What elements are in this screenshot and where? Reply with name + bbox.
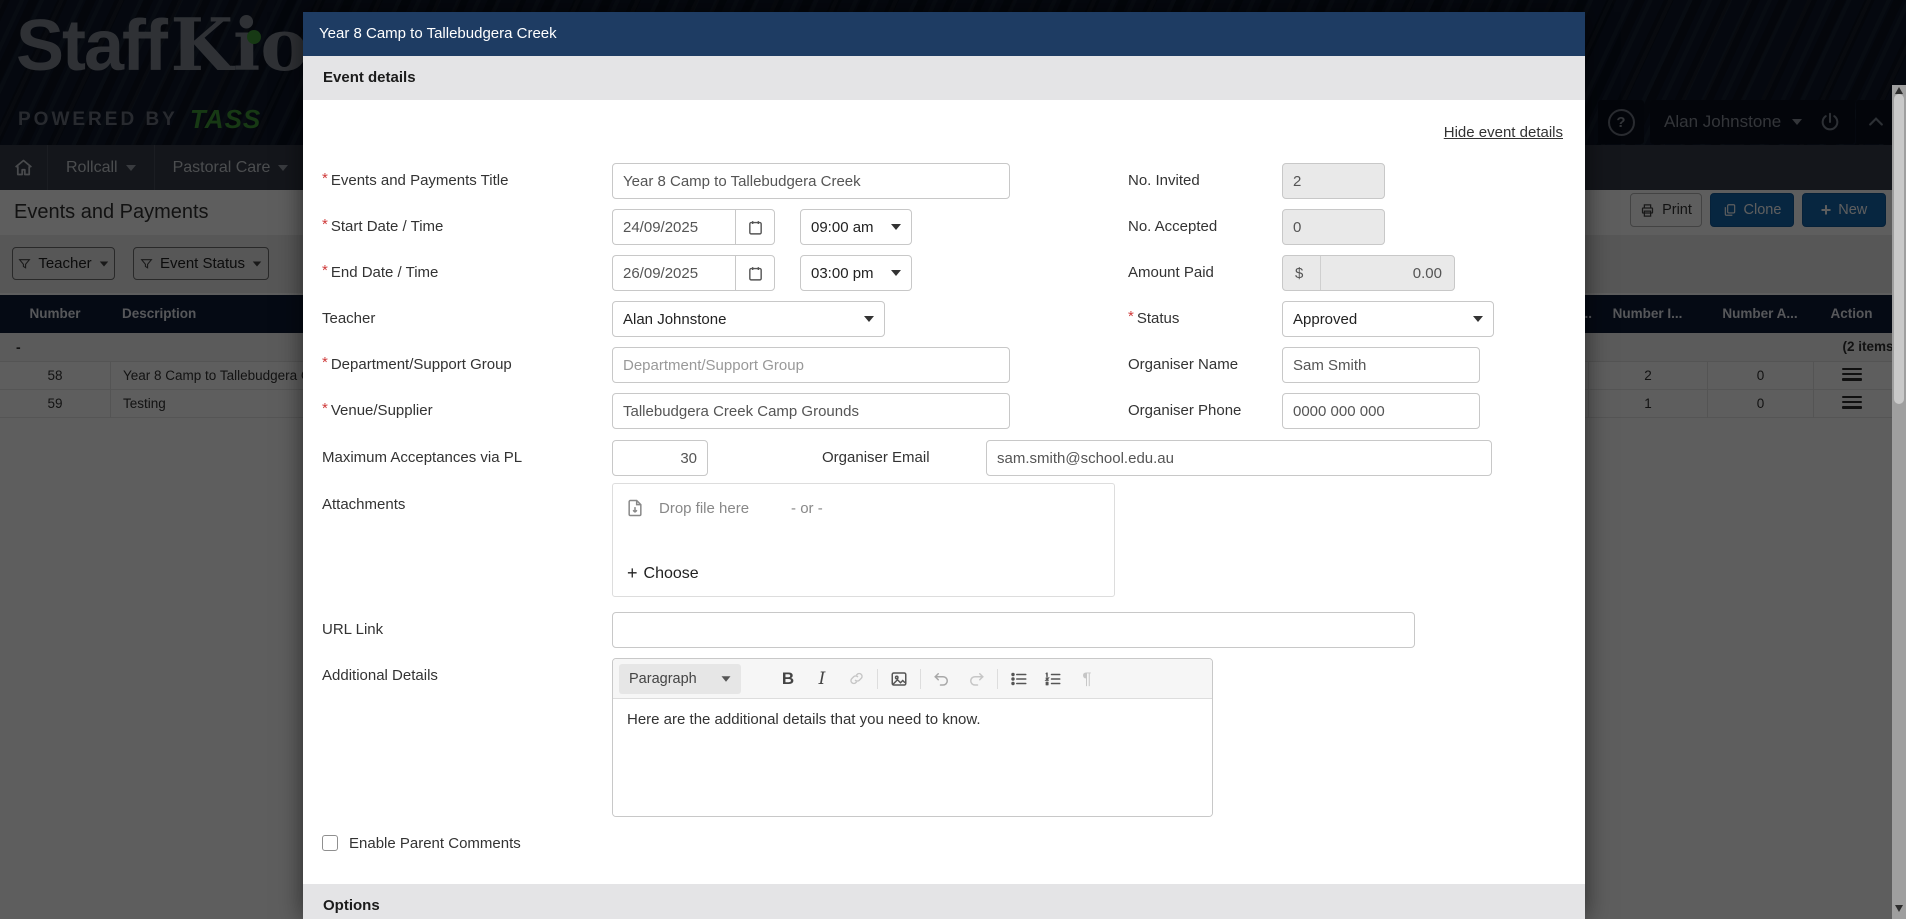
chevron-down-icon [891, 270, 901, 276]
paragraph-mark-button[interactable]: ¶ [1070, 664, 1104, 694]
undo-icon [933, 670, 951, 688]
label-no-accepted: No. Accepted [1128, 209, 1217, 245]
link-icon [848, 670, 865, 687]
section-event-details: Event details [303, 56, 1585, 100]
amount-paid-value: 0.00 [1321, 256, 1454, 290]
file-upload-icon [625, 498, 645, 518]
numbered-list-button[interactable] [1036, 664, 1070, 694]
venue-input[interactable] [612, 393, 1010, 429]
teacher-value: Alan Johnstone [623, 311, 726, 328]
toolbar-separator [877, 669, 878, 689]
status-select[interactable]: Approved [1282, 301, 1494, 337]
max-acceptances-input[interactable] [612, 440, 708, 476]
enable-parent-comments-row: Enable Parent Comments [322, 825, 521, 861]
rich-text-editor: Paragraph B I [612, 658, 1213, 817]
paragraph-style-select[interactable]: Paragraph [619, 664, 741, 694]
hide-event-details-link[interactable]: Hide event details [1444, 124, 1563, 141]
italic-button[interactable]: I [805, 664, 839, 694]
currency-addon: $ [1283, 256, 1321, 290]
label-organiser-email: Organiser Email [822, 440, 930, 476]
end-date-input[interactable] [612, 255, 735, 291]
staff-kiosk-app: Staff Kiosk POWERED BY TASS ? Alan Johns… [0, 0, 1906, 919]
editor-content[interactable]: Here are the additional details that you… [613, 699, 1212, 816]
editor-toolbar: Paragraph B I [613, 659, 1212, 699]
paragraph-label: Paragraph [629, 671, 697, 687]
chevron-down-icon [722, 676, 731, 681]
start-date-field [612, 209, 775, 245]
organiser-phone-input[interactable] [1282, 393, 1480, 429]
label-url-link: URL Link [322, 612, 383, 648]
label-status: *Status [1128, 301, 1179, 337]
department-input[interactable] [612, 347, 1010, 383]
required-asterisk: * [322, 262, 328, 279]
required-asterisk: * [322, 354, 328, 371]
toolbar-separator [920, 669, 921, 689]
section-options: Options [303, 884, 1585, 919]
scrollbar-thumb[interactable] [1894, 94, 1904, 404]
label-no-invited: No. Invited [1128, 163, 1200, 199]
numbered-list-icon [1044, 670, 1062, 688]
modal-title-bar: Year 8 Camp to Tallebudgera Creek [303, 12, 1585, 56]
calendar-icon[interactable] [735, 209, 775, 245]
url-link-input[interactable] [612, 612, 1415, 648]
label-max-acceptances: Maximum Acceptances via PL [322, 440, 522, 476]
or-text: - or - [791, 500, 823, 517]
required-asterisk: * [322, 170, 328, 187]
chevron-down-icon [864, 316, 874, 322]
end-time-select[interactable]: 03:00 pm [800, 255, 912, 291]
organiser-email-input[interactable] [986, 440, 1492, 476]
image-icon [890, 670, 908, 688]
label-teacher: Teacher [322, 301, 375, 337]
start-time-value: 09:00 am [811, 219, 874, 236]
bullet-list-icon [1010, 670, 1028, 688]
label-additional-details: Additional Details [322, 658, 438, 694]
label-venue: *Venue/Supplier [322, 393, 433, 429]
plus-icon: + [627, 563, 638, 584]
label-events-payments-title: *Events and Payments Title [322, 163, 508, 199]
label-organiser-phone: Organiser Phone [1128, 393, 1241, 429]
label-attachments: Attachments [322, 487, 405, 523]
end-date-field [612, 255, 775, 291]
enable-parent-comments-checkbox[interactable] [322, 835, 338, 851]
label-department: *Department/Support Group [322, 347, 512, 383]
undo-button[interactable] [925, 664, 959, 694]
bullet-list-button[interactable] [1002, 664, 1036, 694]
start-time-select[interactable]: 09:00 am [800, 209, 912, 245]
required-asterisk: * [322, 216, 328, 233]
status-value: Approved [1293, 311, 1357, 328]
bold-button[interactable]: B [771, 664, 805, 694]
organiser-name-input[interactable] [1282, 347, 1480, 383]
redo-icon [967, 670, 985, 688]
required-asterisk: * [1128, 308, 1134, 325]
no-invited-input [1282, 163, 1385, 199]
events-payments-title-input[interactable] [612, 163, 1010, 199]
label-amount-paid: Amount Paid [1128, 255, 1214, 291]
redo-button[interactable] [959, 664, 993, 694]
amount-paid-field: $ 0.00 [1282, 255, 1455, 291]
label-end-date-time: *End Date / Time [322, 255, 438, 291]
drop-file-text: Drop file here [659, 500, 749, 517]
end-time-value: 03:00 pm [811, 265, 874, 282]
calendar-icon[interactable] [735, 255, 775, 291]
event-details-modal: Year 8 Camp to Tallebudgera Creek Event … [303, 12, 1585, 919]
toolbar-separator [997, 669, 998, 689]
scroll-down-arrow[interactable] [1895, 905, 1903, 912]
choose-file-button[interactable]: + Choose [627, 563, 699, 584]
label-start-date-time: *Start Date / Time [322, 209, 443, 245]
chevron-down-icon [1473, 316, 1483, 322]
required-asterisk: * [322, 400, 328, 417]
no-accepted-input [1282, 209, 1385, 245]
chevron-down-icon [891, 224, 901, 230]
teacher-select[interactable]: Alan Johnstone [612, 301, 885, 337]
insert-image-button[interactable] [882, 664, 916, 694]
attachments-dropzone[interactable]: Drop file here - or - + Choose [612, 483, 1115, 597]
label-organiser-name: Organiser Name [1128, 347, 1238, 383]
start-date-input[interactable] [612, 209, 735, 245]
link-button[interactable] [839, 664, 873, 694]
choose-label: Choose [644, 565, 699, 583]
scroll-up-arrow[interactable] [1895, 87, 1903, 94]
enable-parent-comments-label: Enable Parent Comments [349, 835, 521, 852]
dropzone-hint: Drop file here - or - [625, 498, 823, 518]
